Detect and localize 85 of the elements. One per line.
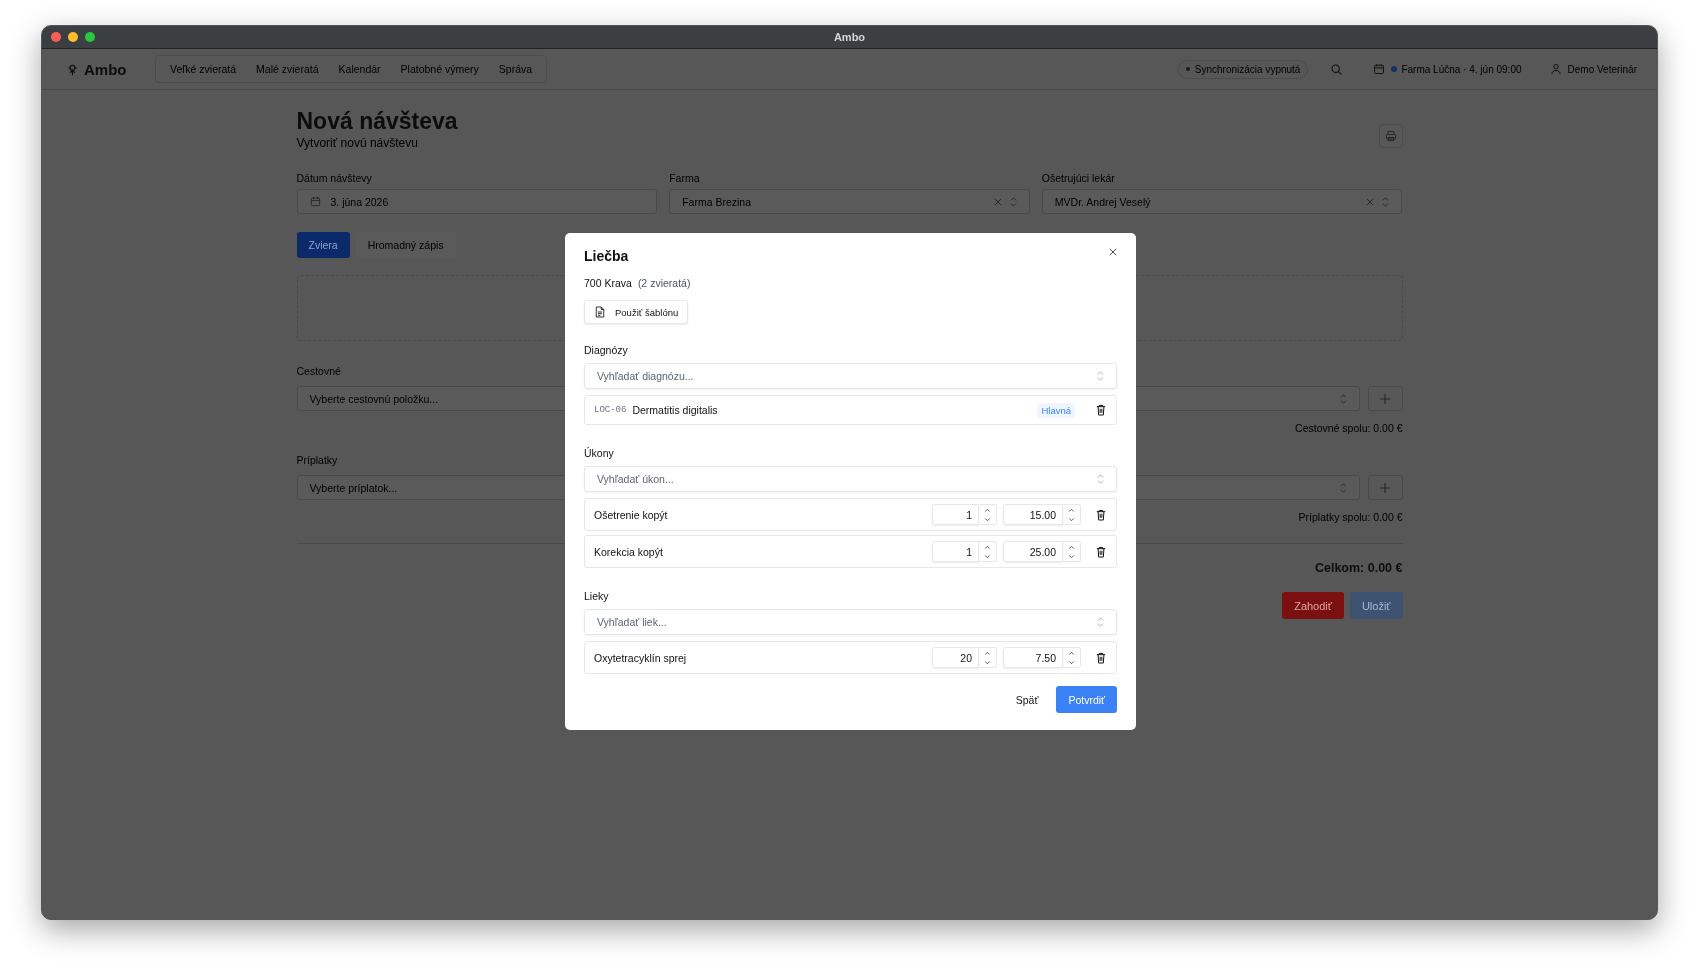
price-field[interactable]: 25.00 <box>1003 541 1063 562</box>
field-label: Dátum návštevy <box>296 172 372 184</box>
nav-link[interactable]: Správa <box>488 61 543 77</box>
page-subtitle: Vytvoriť novú návštevu <box>296 136 419 150</box>
chevron-up-down-icon <box>1097 617 1104 627</box>
status-dot <box>1391 66 1398 72</box>
subtotal-text: Príplatky spolu: 0.00 € <box>1298 511 1403 523</box>
nav-link[interactable]: Malé zvieratá <box>246 61 329 77</box>
section-label: Diagnózy <box>584 344 628 356</box>
nav-link[interactable]: Platobné výmery <box>390 61 489 77</box>
price-field[interactable]: 15.00 <box>1003 504 1063 525</box>
close-icon[interactable] <box>1109 248 1117 256</box>
subtotal-text: Cestovné spolu: 0.00 € <box>1295 422 1403 434</box>
add-button[interactable] <box>1367 475 1403 500</box>
trash-icon[interactable] <box>1096 508 1106 521</box>
tab[interactable]: Zviera <box>296 232 350 258</box>
discard-button[interactable]: Zahodiť <box>1282 592 1344 619</box>
clear-icon[interactable] <box>993 197 1002 206</box>
stepper-control[interactable] <box>1063 541 1081 562</box>
confirm-button[interactable]: Potvrdiť <box>1056 686 1117 713</box>
search-field[interactable]: Vyhľadať úkon... <box>584 466 1117 492</box>
section-label: Príplatky <box>296 454 338 466</box>
search-icon[interactable] <box>1330 62 1344 76</box>
user-name[interactable]: Demo Veterinár <box>1567 63 1637 75</box>
diagnosis-code: LOC-06 <box>594 405 627 415</box>
item-name: Oxytetracyklín sprej <box>594 651 688 664</box>
chevron-up-down-icon <box>1009 196 1017 207</box>
back-button[interactable]: Späť <box>1009 689 1045 710</box>
plus-icon <box>1380 393 1390 404</box>
stepper-control[interactable] <box>979 504 997 525</box>
app-name: Ambo <box>84 60 127 78</box>
dialog-title: Liečba <box>584 248 629 264</box>
item-name: Korekcia kopýt <box>594 545 664 558</box>
trash-icon[interactable] <box>1096 404 1106 416</box>
grand-total: Celkom: 0.00 € <box>1314 561 1403 575</box>
nav-link[interactable]: Veľké zvieratá <box>160 61 247 77</box>
zoom-window-icon[interactable] <box>85 32 95 42</box>
logo-icon <box>66 62 79 76</box>
minimize-window-icon[interactable] <box>68 32 78 42</box>
window-title: Ambo <box>833 31 866 43</box>
item-name: Ošetrenie kopýt <box>594 508 669 521</box>
search-field[interactable]: Vyhľadať diagnózu... <box>584 363 1117 389</box>
template-button[interactable]: Použiť šablónu <box>584 300 689 324</box>
calendar-icon <box>309 196 321 207</box>
item-name: Dermatitis digitalis <box>632 404 719 416</box>
chevron-up-down-icon <box>1382 196 1390 207</box>
chevron-up-down-icon <box>1097 474 1104 484</box>
field-label: Farma <box>669 172 700 184</box>
price-field[interactable]: 7.50 <box>1003 647 1063 668</box>
chevron-up-down-icon <box>1339 482 1347 493</box>
calendar-icon[interactable] <box>1373 63 1386 75</box>
stepper-control[interactable] <box>1063 504 1081 525</box>
quantity-field[interactable]: 20 <box>932 647 979 668</box>
stepper-control[interactable] <box>979 647 997 668</box>
add-button[interactable] <box>1367 386 1403 411</box>
search-field[interactable]: Vyhľadať liek... <box>584 609 1117 635</box>
field-label: Ošetrujúci lekár <box>1041 172 1115 184</box>
trash-icon[interactable] <box>1096 651 1106 664</box>
chevron-up-down-icon <box>1339 393 1347 404</box>
plus-icon <box>1380 482 1390 493</box>
document-icon <box>595 306 605 318</box>
close-window-icon[interactable] <box>51 32 61 42</box>
printer-icon <box>1384 130 1397 142</box>
quantity-field[interactable]: 1 <box>932 541 979 562</box>
page-title: Nová návšteva <box>296 108 458 135</box>
clear-icon[interactable] <box>1366 197 1375 206</box>
section-label: Úkony <box>584 447 614 459</box>
primary-badge: Hlavná <box>1037 402 1075 418</box>
quantity-field[interactable]: 1 <box>932 504 979 525</box>
animal-count: (2 zvieratá) <box>637 277 691 289</box>
select-field[interactable]: Farma Brezina <box>669 189 1030 214</box>
print-button[interactable] <box>1378 124 1403 148</box>
trash-icon[interactable] <box>1096 545 1106 558</box>
chevron-up-down-icon <box>1097 371 1104 381</box>
farm-context[interactable]: Farma Lúčna · 4. jún 09:00 <box>1401 63 1522 75</box>
select-field[interactable]: MVDr. Andrej Veselý <box>1041 189 1403 214</box>
save-button[interactable]: Uložiť <box>1349 592 1403 619</box>
nav-link[interactable]: Kalendár <box>328 61 391 77</box>
date-field[interactable]: 3. júna 2026 <box>296 189 658 214</box>
stepper-control[interactable] <box>1063 647 1081 668</box>
stepper-control[interactable] <box>979 541 997 562</box>
animal-name: 700 Krava <box>584 277 632 289</box>
user-icon[interactable] <box>1549 63 1562 75</box>
section-label: Cestovné <box>296 365 341 377</box>
section-label: Lieky <box>584 590 609 602</box>
